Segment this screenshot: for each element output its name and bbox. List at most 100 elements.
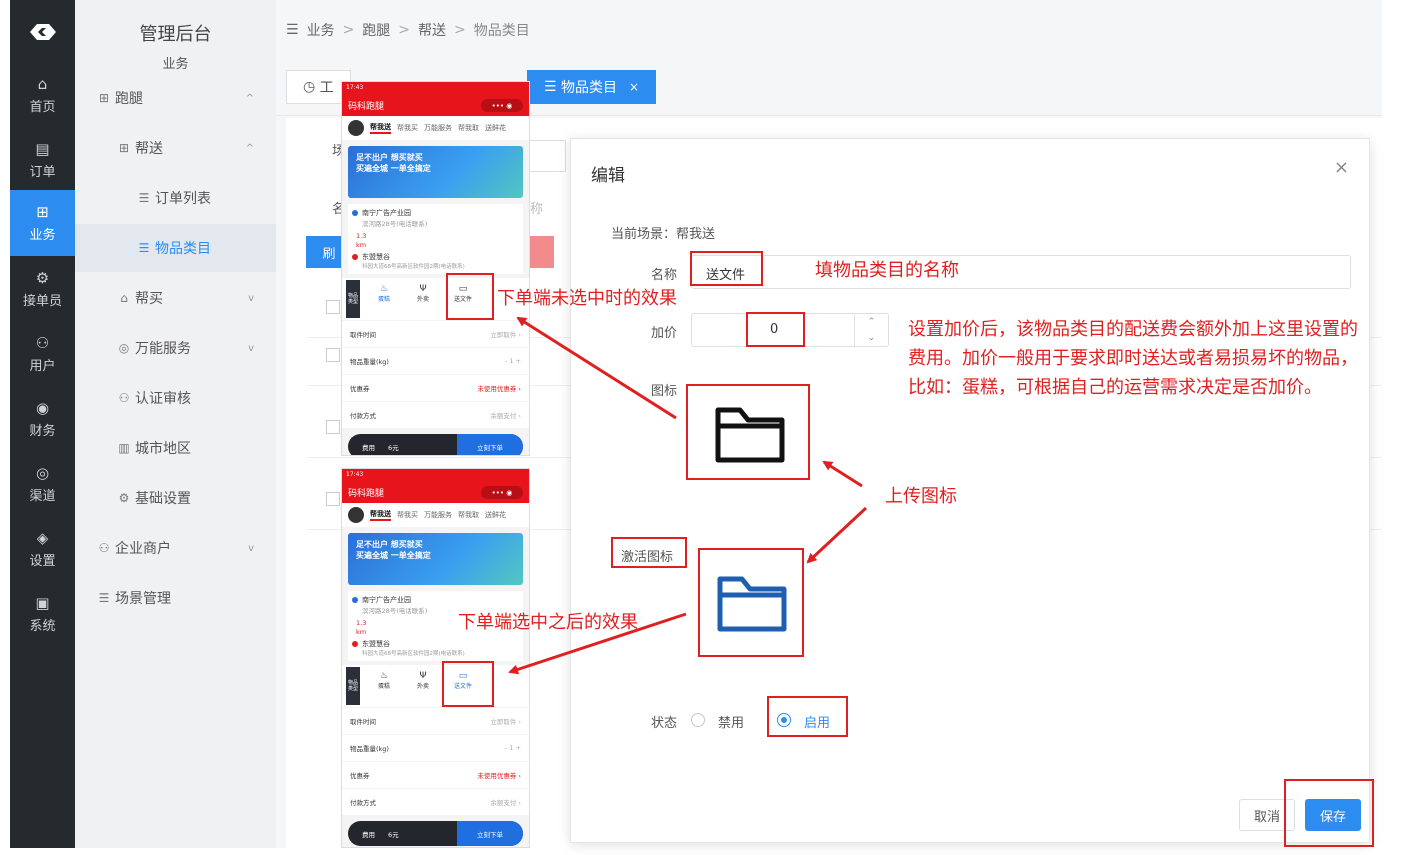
sidebar-item-city[interactable]: ▥ 城市地区 <box>75 424 276 472</box>
category-takeout[interactable]: Ψ 外卖 <box>408 671 438 690</box>
close-icon[interactable]: × <box>629 80 639 94</box>
annotation-selected: 下单端选中之后的效果 <box>458 612 638 633</box>
phone-row[interactable]: 取件时间 立即取件 › <box>342 708 529 734</box>
sidebar-item-errand[interactable]: ⊞ 跑腿 ^ <box>75 74 276 122</box>
filter-placeholder-fragment: 称 <box>530 202 544 217</box>
chevron-up-icon: ^ <box>245 92 254 104</box>
sidebar-item-merchant[interactable]: ⚇ 企业商户 v <box>75 524 276 572</box>
menu-toggle-icon[interactable]: ☰ <box>286 22 299 38</box>
phone-tab[interactable]: 送鲜花 <box>485 123 506 133</box>
row-checkbox[interactable] <box>326 492 340 506</box>
chevron-down-icon: v <box>248 292 254 304</box>
phone-tab[interactable]: 帮我取 <box>458 510 479 520</box>
price-stepper[interactable]: ⌃ ⌄ <box>854 314 888 346</box>
phone-tab[interactable]: 帮我买 <box>397 123 418 133</box>
phone-tab[interactable]: 帮我买 <box>397 510 418 520</box>
phone-titlebar: 码科跑腿 ••• ◉ <box>342 95 529 116</box>
row-checkbox[interactable] <box>326 420 340 434</box>
order-button[interactable]: 立刻下单 <box>457 821 523 846</box>
sidebar-item-verify[interactable]: ⚇ 认证审核 <box>75 374 276 422</box>
phone-row[interactable]: 优惠券 未使用优惠券 › <box>342 375 529 401</box>
grid-icon: ⊞ <box>98 91 110 105</box>
user-icon: ⚇ <box>35 334 50 352</box>
row-checkbox[interactable] <box>326 348 340 362</box>
sidebar-item-category[interactable]: ☰ 物品类目 <box>75 224 276 272</box>
rail-item-settings[interactable]: ◈ 设置 <box>10 518 75 580</box>
city-icon: ▥ <box>118 441 130 455</box>
phone-row[interactable]: 付款方式 余额支付 › <box>342 402 529 428</box>
rail-item-channel[interactable]: ◎ 渠道 <box>10 453 75 515</box>
close-icon[interactable]: × <box>1334 157 1349 178</box>
phone-row[interactable]: 优惠券 未使用优惠券 › <box>342 762 529 788</box>
breadcrumb: ☰ 业务 > 跑腿 > 帮送 > 物品类目 <box>286 20 530 40</box>
phone-titlebar: 码科跑腿 ••• ◉ <box>342 482 529 503</box>
chevron-down-icon: v <box>248 342 254 354</box>
sidebar-item-order-list[interactable]: ☰ 订单列表 <box>75 174 276 222</box>
order-button[interactable]: 立刻下单 <box>457 434 523 455</box>
shop-icon: ⌂ <box>120 291 128 305</box>
status-disabled-label: 禁用 <box>718 716 745 731</box>
chevron-down-icon[interactable]: ⌄ <box>868 333 876 343</box>
phone-tab[interactable]: 送鲜花 <box>485 510 506 520</box>
avatar <box>348 507 364 523</box>
rail-item-user[interactable]: ⚇ 用户 <box>10 323 75 385</box>
order-icon: ▤ <box>35 140 50 158</box>
phone-tab[interactable]: 万能服务 <box>424 510 452 520</box>
phone-address-card: 南宁广告产业园 滨河路28号(电话联系) 1.3 km 东盟慧谷 科园大道68号… <box>348 204 523 274</box>
clock-icon: ◷ <box>303 79 320 95</box>
annotation-price: 设置加价后，该物品类目的配送费会额外加上这里设置的费用。加价一般用于要求即时送达… <box>908 319 1358 398</box>
rail-item-business[interactable]: ⊞ 业务 <box>10 190 75 256</box>
phone-row[interactable]: 物品重量(kg) - 1 + <box>342 735 529 761</box>
phone-tab[interactable]: 万能服务 <box>424 123 452 133</box>
sidebar-item-deliver[interactable]: ⊞ 帮送 ^ <box>75 124 276 172</box>
rail-item-home[interactable]: ⌂ 首页 <box>10 64 75 126</box>
phone-row[interactable]: 物品重量(kg) - 1 + <box>342 348 529 374</box>
category-cake[interactable]: ♨ 蛋糕 <box>369 284 399 303</box>
phone-tab[interactable]: 帮我送 <box>370 509 391 521</box>
pin-icon <box>352 210 358 216</box>
row-checkbox[interactable] <box>326 300 340 314</box>
screenshot-root: ⌂ 首页 ▤ 订单 ⊞ 业务 ⚙ 接单员 ⚇ 用户 ◉ 财务 ◎ 渠道 ◈ 设置 ▣ 系统 管理后… <box>0 0 1402 855</box>
breadcrumb-item[interactable]: 跑腿 <box>362 20 390 40</box>
phone-row[interactable]: 付款方式 余额支付 › <box>342 789 529 815</box>
phone-category-row: 物品类型 ♨ 蛋糕 Ψ 外卖 ▭ 送文件 <box>342 665 529 707</box>
list-icon: ☰ <box>138 241 150 255</box>
phone-status-time: 17:43 <box>342 82 529 95</box>
rail-item-order[interactable]: ▤ 订单 <box>10 129 75 191</box>
phone-app-name: 码科跑腿 <box>348 102 385 112</box>
category-tag: 物品类型 <box>346 667 360 705</box>
icon-rail: ⌂ 首页 ▤ 订单 ⊞ 业务 ⚙ 接单员 ⚇ 用户 ◉ 财务 ◎ 渠道 ◈ 设置 ▣ 系统 <box>10 0 75 848</box>
name-input[interactable]: 送文件 <box>691 255 1351 289</box>
sidebar-item-basic-settings[interactable]: ⚙ 基础设置 <box>75 474 276 522</box>
rail-item-finance[interactable]: ◉ 财务 <box>10 388 75 450</box>
bike-icon: ⚙ <box>35 269 50 287</box>
sidebar-item-service[interactable]: ◎ 万能服务 v <box>75 324 276 372</box>
status-label: 状态 <box>651 716 678 731</box>
phone-row[interactable]: 取件时间 立即取件 › <box>342 321 529 347</box>
logo-icon <box>10 14 75 50</box>
category-takeout[interactable]: Ψ 外卖 <box>408 284 438 303</box>
tab-category[interactable]: ☰ 物品类目 × <box>527 70 657 104</box>
chevron-up-icon[interactable]: ⌃ <box>868 317 876 327</box>
sidebar-item-buy[interactable]: ⌂ 帮买 v <box>75 274 276 322</box>
modal-title: 编辑 <box>591 166 625 186</box>
phone-tab[interactable]: 帮我取 <box>458 123 479 133</box>
sidebar-item-scene[interactable]: ☰ 场景管理 <box>75 574 276 622</box>
avatar <box>348 120 364 136</box>
pin-icon <box>352 254 358 260</box>
annotation-box-price <box>746 312 805 347</box>
sidebar: 管理后台 业务 ⊞ 跑腿 ^ ⊞ 帮送 ^ ☰ 订单列表 ☰ 物品类目 ⌂ 帮买 v ◎ 万能服务… <box>75 0 276 848</box>
home-icon: ⌂ <box>37 75 48 93</box>
fork-icon: Ψ <box>419 284 427 294</box>
rail-item-courier[interactable]: ⚙ 接单员 <box>10 258 75 320</box>
phone-tab[interactable]: 帮我送 <box>370 122 391 134</box>
category-cake[interactable]: ♨ 蛋糕 <box>369 671 399 690</box>
breadcrumb-item[interactable]: 帮送 <box>418 20 446 40</box>
status-disabled-radio[interactable] <box>691 713 705 727</box>
capsule-icon: ••• ◉ <box>481 99 523 112</box>
annotation-box-status <box>767 696 848 737</box>
rail-item-system[interactable]: ▣ 系统 <box>10 583 75 645</box>
breadcrumb-item[interactable]: 业务 <box>307 20 335 40</box>
cake-icon: ♨ <box>379 284 389 294</box>
pin-icon <box>352 597 358 603</box>
